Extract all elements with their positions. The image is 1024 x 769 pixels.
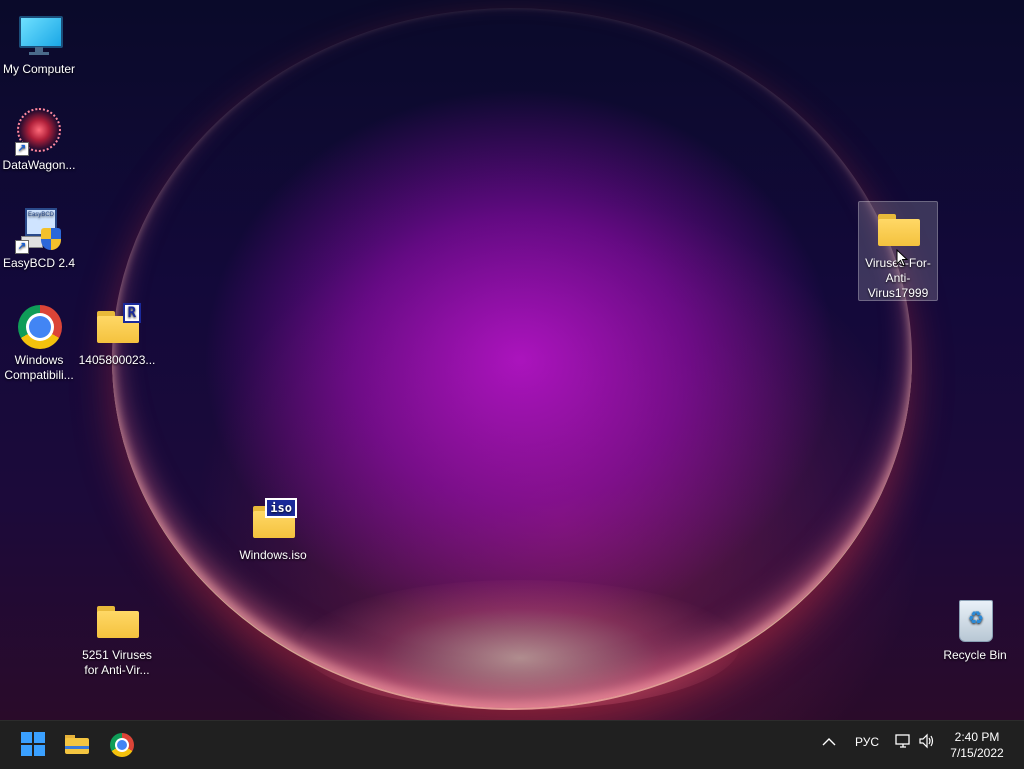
desktop-icon-datawagon[interactable]: ↗ DataWagon... <box>0 104 78 173</box>
clock-time: 2:40 PM <box>954 730 1000 744</box>
chevron-up-icon <box>822 738 836 746</box>
monitor-icon <box>15 12 63 60</box>
desktop-icon-label: EasyBCD 2.4 <box>2 256 76 270</box>
start-button[interactable] <box>18 729 50 761</box>
clock[interactable]: 2:40 PM 7/15/2022 <box>944 729 1010 761</box>
desktop-icon-label: DataWagon... <box>2 158 76 172</box>
archive-folder-icon: R <box>93 303 141 351</box>
taskbar: РУС 2:40 PM 7/15/2022 <box>0 720 1024 769</box>
desktop-icon-5251-viruses[interactable]: 5251 Viruses for Anti-Vir... <box>78 594 156 678</box>
desktop-icon-easybcd[interactable]: EasyBCD ↗ EasyBCD 2.4 <box>0 202 78 271</box>
desktop-icon-label: 1405800023... <box>78 353 156 367</box>
desktop: My Computer ↗ DataWagon... EasyBCD ↗ Eas… <box>0 0 1024 720</box>
desktop-icon-archive[interactable]: R 1405800023... <box>78 299 156 368</box>
clock-date: 7/15/2022 <box>950 746 1004 760</box>
show-hidden-icons-button[interactable] <box>822 734 836 750</box>
datawagon-shortcut-icon: ↗ <box>15 108 63 156</box>
chrome-taskbar-button[interactable] <box>106 729 138 761</box>
chrome-icon <box>15 303 63 351</box>
desktop-icon-label: Windows.iso <box>239 548 307 562</box>
input-language-indicator[interactable]: РУС <box>855 735 879 749</box>
shortcut-arrow-icon: ↗ <box>15 142 29 156</box>
folder-icon <box>874 206 922 254</box>
desktop-icon-my-computer[interactable]: My Computer <box>0 8 78 77</box>
volume-icon[interactable] <box>918 733 936 753</box>
desktop-icon-label: 5251 Viruses for Anti-Vir... <box>82 648 152 677</box>
desktop-icon-label: My Computer <box>2 62 76 76</box>
shortcut-arrow-icon: ↗ <box>15 240 29 254</box>
easybcd-icon: EasyBCD ↗ <box>15 206 63 254</box>
mouse-cursor-icon <box>896 249 908 267</box>
recycle-bin-icon: ♻ <box>951 598 999 646</box>
desktop-icon-label: Windows Compatibili... <box>4 353 74 382</box>
file-explorer-button[interactable] <box>62 729 94 761</box>
chrome-icon <box>110 733 134 757</box>
desktop-icon-label: Recycle Bin <box>943 648 1007 662</box>
desktop-icon-windows-iso[interactable]: iso Windows.iso <box>234 494 312 563</box>
folder-icon <box>93 598 141 646</box>
iso-badge: iso <box>265 498 297 518</box>
iso-file-icon: iso <box>249 498 297 546</box>
desktop-icon-recycle-bin[interactable]: ♻ Recycle Bin <box>936 594 1014 663</box>
wallpaper-glow <box>300 580 740 710</box>
network-icon[interactable] <box>894 733 912 753</box>
desktop-icon-windows-compatibility[interactable]: Windows Compatibili... <box>0 299 78 383</box>
archive-badge: R <box>122 303 141 323</box>
